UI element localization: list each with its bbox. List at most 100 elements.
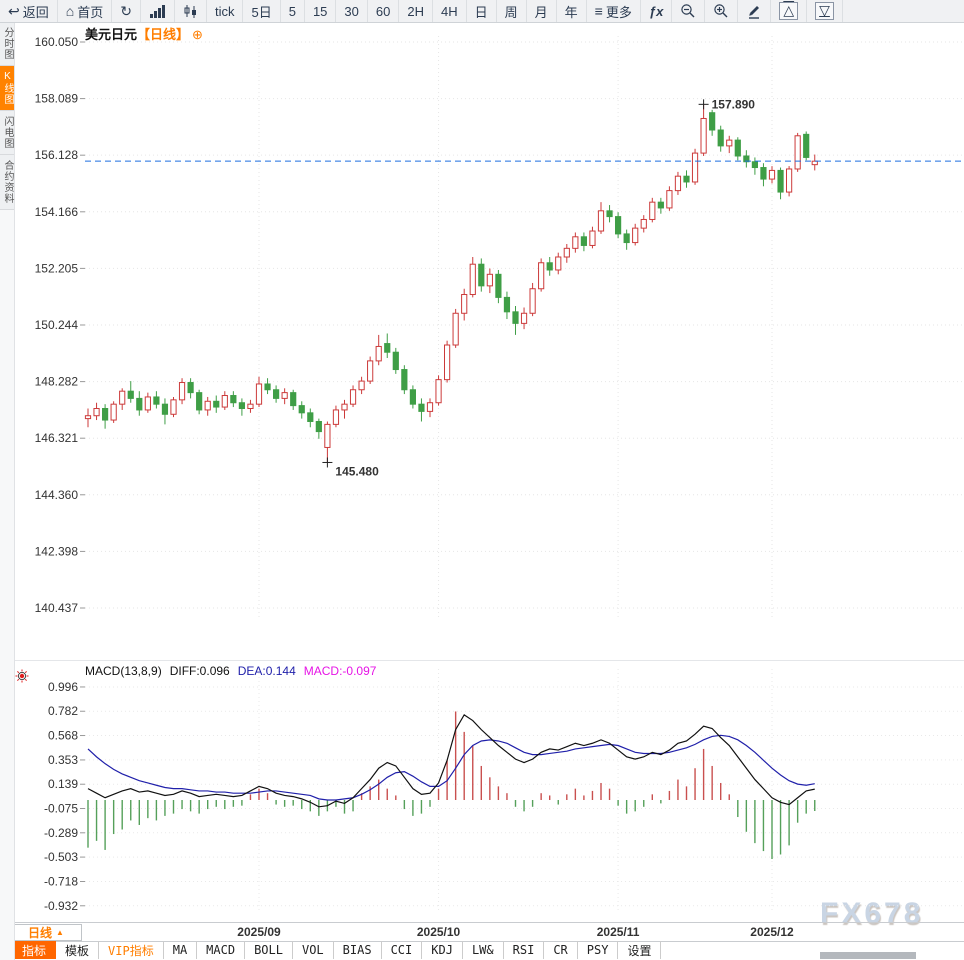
x-axis-label: 2025/12	[746, 925, 798, 939]
top-toolbar: ↩ 返回 ⌂ 首页 ↻ tick 5日 5 15 30 60 2H 4H 日 周…	[0, 0, 964, 23]
candlestick-chart[interactable]: 160.050158.089156.128154.166152.205150.2…	[14, 22, 964, 660]
tab-psy[interactable]: PSY	[578, 941, 619, 959]
tab-lwr[interactable]: LW&	[463, 941, 504, 959]
price-axis-label: 150.244	[35, 318, 79, 332]
macd-axis-label: -0.075	[44, 802, 78, 816]
tab-ma[interactable]: MA	[164, 941, 197, 959]
toolbar-button-label: 5	[289, 4, 296, 19]
horizontal-scrollbar-thumb[interactable]	[820, 952, 916, 959]
toolbar-button-60m[interactable]: 60	[368, 0, 399, 22]
tab-kdj[interactable]: KDJ	[422, 941, 463, 959]
toolbar-button-bar-chart[interactable]	[141, 0, 175, 22]
left-sidebar: 分时图 K线图 闪电图 合约资料	[0, 22, 15, 960]
toolbar-button-30m[interactable]: 30	[336, 0, 367, 22]
toolbar-button-refresh[interactable]: ↻	[112, 0, 141, 22]
tab-rsi[interactable]: RSI	[504, 941, 545, 959]
pencil-icon	[746, 3, 762, 19]
toolbar-button-label: 15	[313, 4, 327, 19]
toolbar-button-zoom-out[interactable]	[672, 0, 705, 22]
toolbar-button-2h[interactable]: 2H	[399, 0, 433, 22]
bar-chart-icon	[149, 4, 166, 19]
toolbar-button-label: 月	[535, 2, 548, 21]
toolbar-button-year[interactable]: 年	[557, 0, 587, 22]
macd-header: MACD(13,8,9)DIFF:0.096DEA:0.144MACD:-0.0…	[85, 664, 384, 678]
macd-dea-value: DEA:0.144	[238, 664, 296, 678]
toolbar-button-5m[interactable]: 5	[281, 0, 305, 22]
tab-cr[interactable]: CR	[544, 941, 577, 959]
toolbar-button-more[interactable]: ≡ 更多	[587, 0, 641, 22]
tab-cci[interactable]: CCI	[382, 941, 423, 959]
macd-axis-label: -0.718	[44, 874, 78, 888]
macd-diff-value: DIFF:0.096	[170, 664, 230, 678]
price-axis-label: 148.282	[35, 375, 79, 389]
tab-settings[interactable]: 设置	[618, 941, 661, 959]
tab-indicators[interactable]: 指标	[12, 941, 56, 959]
macd-settings-icon[interactable]	[15, 669, 29, 688]
toolbar-button-4h[interactable]: 4H	[433, 0, 467, 22]
chart-title: 美元日元【日线】⊕	[85, 24, 203, 43]
sidebar-tab-contract-info[interactable]: 合约资料	[0, 155, 14, 210]
home-icon: ⌂	[66, 4, 74, 18]
sidebar-tab-kline-chart[interactable]: K线图	[0, 66, 14, 111]
price-axis-label: 156.128	[35, 148, 79, 162]
macd-axis-label: -0.503	[44, 850, 78, 864]
toolbar-button-draw[interactable]	[738, 0, 771, 22]
toolbar-button-label: tick	[215, 4, 235, 19]
toolbar-button-5d[interactable]: 5日	[243, 0, 280, 22]
candlestick-icon	[183, 4, 198, 19]
menu-icon: ≡	[595, 4, 603, 18]
toolbar-button-label: 30	[344, 4, 358, 19]
macd-params: MACD(13,8,9)	[85, 664, 162, 678]
toolbar-button-zoom-in[interactable]	[705, 0, 738, 22]
refresh-icon: ↻	[120, 4, 132, 18]
toolbar-button-label: 2H	[407, 4, 424, 19]
fx-icon: ƒx	[649, 4, 663, 19]
back-arrow-icon: ↩	[8, 4, 20, 18]
toolbar-button-scale-down[interactable]: ▽	[807, 0, 843, 22]
toolbar-button-label: 60	[376, 4, 390, 19]
toolbar-button-candlestick[interactable]	[175, 0, 207, 22]
toolbar-button-week[interactable]: 周	[497, 0, 527, 22]
toolbar-button-label: 5日	[251, 2, 271, 21]
toolbar-button-label: 年	[565, 2, 578, 21]
toolbar-button-day[interactable]: 日	[467, 0, 497, 22]
toolbar-button-label: 返回	[23, 2, 49, 21]
period-label: 【日线】	[137, 27, 189, 42]
macd-axis-label: 0.139	[48, 777, 78, 791]
price-annotation: 145.480	[335, 464, 379, 478]
toolbar-button-label: 日	[475, 2, 488, 21]
sidebar-tab-lightning-chart[interactable]: 闪电图	[0, 111, 14, 155]
tab-vip-indicators[interactable]: VIP指标	[99, 941, 164, 959]
sidebar-tab-time-share-chart[interactable]: 分时图	[0, 22, 14, 66]
tab-templates[interactable]: 模板	[56, 941, 99, 959]
toolbar-button-indicators-fx[interactable]: ƒx	[641, 0, 672, 22]
toolbar-button-back[interactable]: ↩ 返回	[0, 0, 58, 22]
x-axis-label: 2025/09	[233, 925, 285, 939]
toolbar-button-home[interactable]: ⌂ 首页	[58, 0, 112, 22]
price-axis-label: 142.398	[35, 544, 79, 558]
price-axis-label: 146.321	[35, 431, 79, 445]
toolbar-button-label: 首页	[77, 2, 103, 21]
tab-boll[interactable]: BOLL	[245, 941, 293, 959]
macd-axis-label: 0.782	[48, 704, 78, 718]
tab-vol[interactable]: VOL	[293, 941, 334, 959]
toolbar-button-15m[interactable]: 15	[305, 0, 336, 22]
price-axis-label: 140.437	[35, 601, 79, 615]
macd-axis-label: 0.568	[48, 729, 78, 743]
toolbar-button-label: 更多	[606, 2, 632, 21]
price-annotation: 157.890	[712, 97, 756, 111]
toolbar-button-label: 周	[505, 2, 518, 21]
macd-axis-label: -0.289	[44, 826, 78, 840]
period-selector-button[interactable]: 日线 ▲	[10, 924, 82, 941]
tab-bias[interactable]: BIAS	[334, 941, 382, 959]
toolbar-button-month[interactable]: 月	[527, 0, 557, 22]
macd-axis-label: -0.932	[44, 899, 78, 913]
price-axis-label: 160.050	[35, 35, 79, 49]
toolbar-button-scale-up[interactable]: △	[771, 0, 807, 22]
toolbar-button-tick[interactable]: tick	[207, 0, 244, 22]
macd-chart[interactable]: 0.9960.7820.5680.3530.139-0.075-0.289-0.…	[14, 660, 964, 923]
add-overlay-icon[interactable]: ⊕	[192, 27, 203, 42]
triangle-down-icon: ▽	[815, 2, 834, 20]
triangle-up-icon: △	[779, 2, 798, 20]
tab-macd[interactable]: MACD	[197, 941, 245, 959]
